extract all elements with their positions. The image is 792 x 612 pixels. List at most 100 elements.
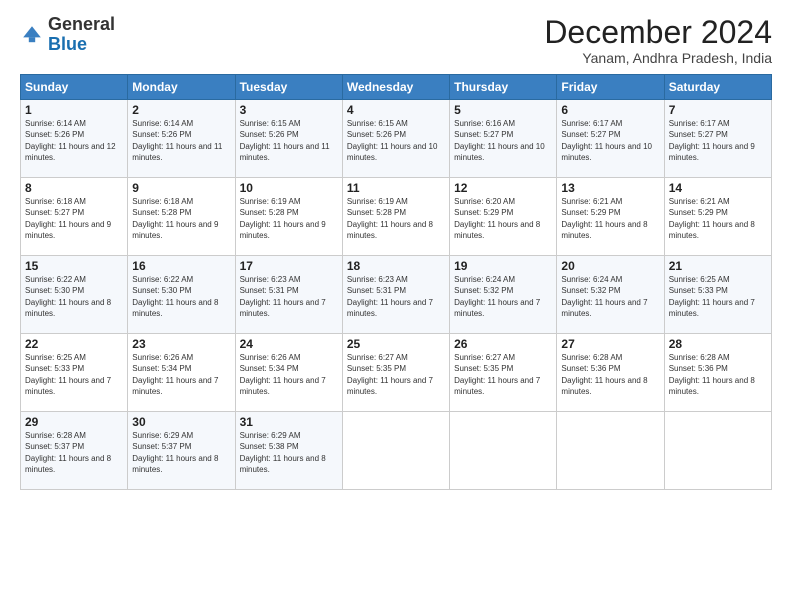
day-number: 10 [240,181,338,195]
day-info: Sunrise: 6:21 AMSunset: 5:29 PMDaylight:… [561,197,647,240]
day-number: 4 [347,103,445,117]
day-number: 20 [561,259,659,273]
table-row: 19 Sunrise: 6:24 AMSunset: 5:32 PMDaylig… [450,256,557,334]
day-info: Sunrise: 6:17 AMSunset: 5:27 PMDaylight:… [669,119,755,162]
table-row: 4 Sunrise: 6:15 AMSunset: 5:26 PMDayligh… [342,100,449,178]
table-row: 12 Sunrise: 6:20 AMSunset: 5:29 PMDaylig… [450,178,557,256]
logo-icon [20,23,44,47]
table-row: 31 Sunrise: 6:29 AMSunset: 5:38 PMDaylig… [235,412,342,490]
day-number: 8 [25,181,123,195]
header: General Blue December 2024 Yanam, Andhra… [20,15,772,66]
table-row: 18 Sunrise: 6:23 AMSunset: 5:31 PMDaylig… [342,256,449,334]
day-info: Sunrise: 6:14 AMSunset: 5:26 PMDaylight:… [25,119,116,162]
table-row: 10 Sunrise: 6:19 AMSunset: 5:28 PMDaylig… [235,178,342,256]
calendar-row-5: 29 Sunrise: 6:28 AMSunset: 5:37 PMDaylig… [21,412,772,490]
day-info: Sunrise: 6:20 AMSunset: 5:29 PMDaylight:… [454,197,540,240]
table-row: 5 Sunrise: 6:16 AMSunset: 5:27 PMDayligh… [450,100,557,178]
month-title: December 2024 [544,15,772,50]
calendar-row-4: 22 Sunrise: 6:25 AMSunset: 5:33 PMDaylig… [21,334,772,412]
day-number: 24 [240,337,338,351]
day-info: Sunrise: 6:27 AMSunset: 5:35 PMDaylight:… [347,353,433,396]
col-monday: Monday [128,75,235,100]
col-tuesday: Tuesday [235,75,342,100]
table-row: 13 Sunrise: 6:21 AMSunset: 5:29 PMDaylig… [557,178,664,256]
day-info: Sunrise: 6:17 AMSunset: 5:27 PMDaylight:… [561,119,652,162]
day-number: 26 [454,337,552,351]
day-number: 25 [347,337,445,351]
table-row: 27 Sunrise: 6:28 AMSunset: 5:36 PMDaylig… [557,334,664,412]
day-info: Sunrise: 6:28 AMSunset: 5:36 PMDaylight:… [669,353,755,396]
day-info: Sunrise: 6:18 AMSunset: 5:27 PMDaylight:… [25,197,111,240]
col-wednesday: Wednesday [342,75,449,100]
table-row: 3 Sunrise: 6:15 AMSunset: 5:26 PMDayligh… [235,100,342,178]
day-number: 3 [240,103,338,117]
table-row: 29 Sunrise: 6:28 AMSunset: 5:37 PMDaylig… [21,412,128,490]
day-number: 12 [454,181,552,195]
page: General Blue December 2024 Yanam, Andhra… [0,0,792,612]
table-row: 23 Sunrise: 6:26 AMSunset: 5:34 PMDaylig… [128,334,235,412]
table-row: 24 Sunrise: 6:26 AMSunset: 5:34 PMDaylig… [235,334,342,412]
calendar-row-1: 1 Sunrise: 6:14 AMSunset: 5:26 PMDayligh… [21,100,772,178]
col-sunday: Sunday [21,75,128,100]
day-info: Sunrise: 6:25 AMSunset: 5:33 PMDaylight:… [25,353,111,396]
calendar-row-2: 8 Sunrise: 6:18 AMSunset: 5:27 PMDayligh… [21,178,772,256]
day-number: 19 [454,259,552,273]
day-number: 21 [669,259,767,273]
day-info: Sunrise: 6:22 AMSunset: 5:30 PMDaylight:… [25,275,111,318]
day-number: 15 [25,259,123,273]
day-number: 11 [347,181,445,195]
table-row: 21 Sunrise: 6:25 AMSunset: 5:33 PMDaylig… [664,256,771,334]
title-block: December 2024 Yanam, Andhra Pradesh, Ind… [544,15,772,66]
table-row: 25 Sunrise: 6:27 AMSunset: 5:35 PMDaylig… [342,334,449,412]
table-row: 14 Sunrise: 6:21 AMSunset: 5:29 PMDaylig… [664,178,771,256]
table-row: 7 Sunrise: 6:17 AMSunset: 5:27 PMDayligh… [664,100,771,178]
col-saturday: Saturday [664,75,771,100]
day-info: Sunrise: 6:16 AMSunset: 5:27 PMDaylight:… [454,119,545,162]
table-row: 1 Sunrise: 6:14 AMSunset: 5:26 PMDayligh… [21,100,128,178]
logo: General Blue [20,15,115,55]
day-info: Sunrise: 6:24 AMSunset: 5:32 PMDaylight:… [561,275,647,318]
table-row: 9 Sunrise: 6:18 AMSunset: 5:28 PMDayligh… [128,178,235,256]
day-number: 2 [132,103,230,117]
table-row: 20 Sunrise: 6:24 AMSunset: 5:32 PMDaylig… [557,256,664,334]
table-row: 26 Sunrise: 6:27 AMSunset: 5:35 PMDaylig… [450,334,557,412]
day-info: Sunrise: 6:26 AMSunset: 5:34 PMDaylight:… [132,353,218,396]
day-info: Sunrise: 6:27 AMSunset: 5:35 PMDaylight:… [454,353,540,396]
day-number: 18 [347,259,445,273]
day-number: 22 [25,337,123,351]
table-row [664,412,771,490]
day-number: 31 [240,415,338,429]
day-info: Sunrise: 6:28 AMSunset: 5:36 PMDaylight:… [561,353,647,396]
table-row: 16 Sunrise: 6:22 AMSunset: 5:30 PMDaylig… [128,256,235,334]
day-number: 27 [561,337,659,351]
day-info: Sunrise: 6:19 AMSunset: 5:28 PMDaylight:… [347,197,433,240]
day-info: Sunrise: 6:23 AMSunset: 5:31 PMDaylight:… [240,275,326,318]
table-row [450,412,557,490]
day-info: Sunrise: 6:14 AMSunset: 5:26 PMDaylight:… [132,119,222,162]
table-row: 8 Sunrise: 6:18 AMSunset: 5:27 PMDayligh… [21,178,128,256]
calendar-row-3: 15 Sunrise: 6:22 AMSunset: 5:30 PMDaylig… [21,256,772,334]
table-row: 17 Sunrise: 6:23 AMSunset: 5:31 PMDaylig… [235,256,342,334]
day-info: Sunrise: 6:23 AMSunset: 5:31 PMDaylight:… [347,275,433,318]
table-row: 15 Sunrise: 6:22 AMSunset: 5:30 PMDaylig… [21,256,128,334]
day-number: 16 [132,259,230,273]
header-row: Sunday Monday Tuesday Wednesday Thursday… [21,75,772,100]
table-row: 22 Sunrise: 6:25 AMSunset: 5:33 PMDaylig… [21,334,128,412]
table-row: 11 Sunrise: 6:19 AMSunset: 5:28 PMDaylig… [342,178,449,256]
calendar-table: Sunday Monday Tuesday Wednesday Thursday… [20,74,772,490]
day-number: 29 [25,415,123,429]
day-info: Sunrise: 6:22 AMSunset: 5:30 PMDaylight:… [132,275,218,318]
day-info: Sunrise: 6:18 AMSunset: 5:28 PMDaylight:… [132,197,218,240]
day-number: 17 [240,259,338,273]
table-row: 30 Sunrise: 6:29 AMSunset: 5:37 PMDaylig… [128,412,235,490]
day-number: 14 [669,181,767,195]
day-number: 13 [561,181,659,195]
day-number: 5 [454,103,552,117]
day-number: 28 [669,337,767,351]
day-number: 7 [669,103,767,117]
day-info: Sunrise: 6:19 AMSunset: 5:28 PMDaylight:… [240,197,326,240]
table-row [342,412,449,490]
day-info: Sunrise: 6:28 AMSunset: 5:37 PMDaylight:… [25,431,111,474]
day-number: 30 [132,415,230,429]
logo-general: General [48,14,115,34]
